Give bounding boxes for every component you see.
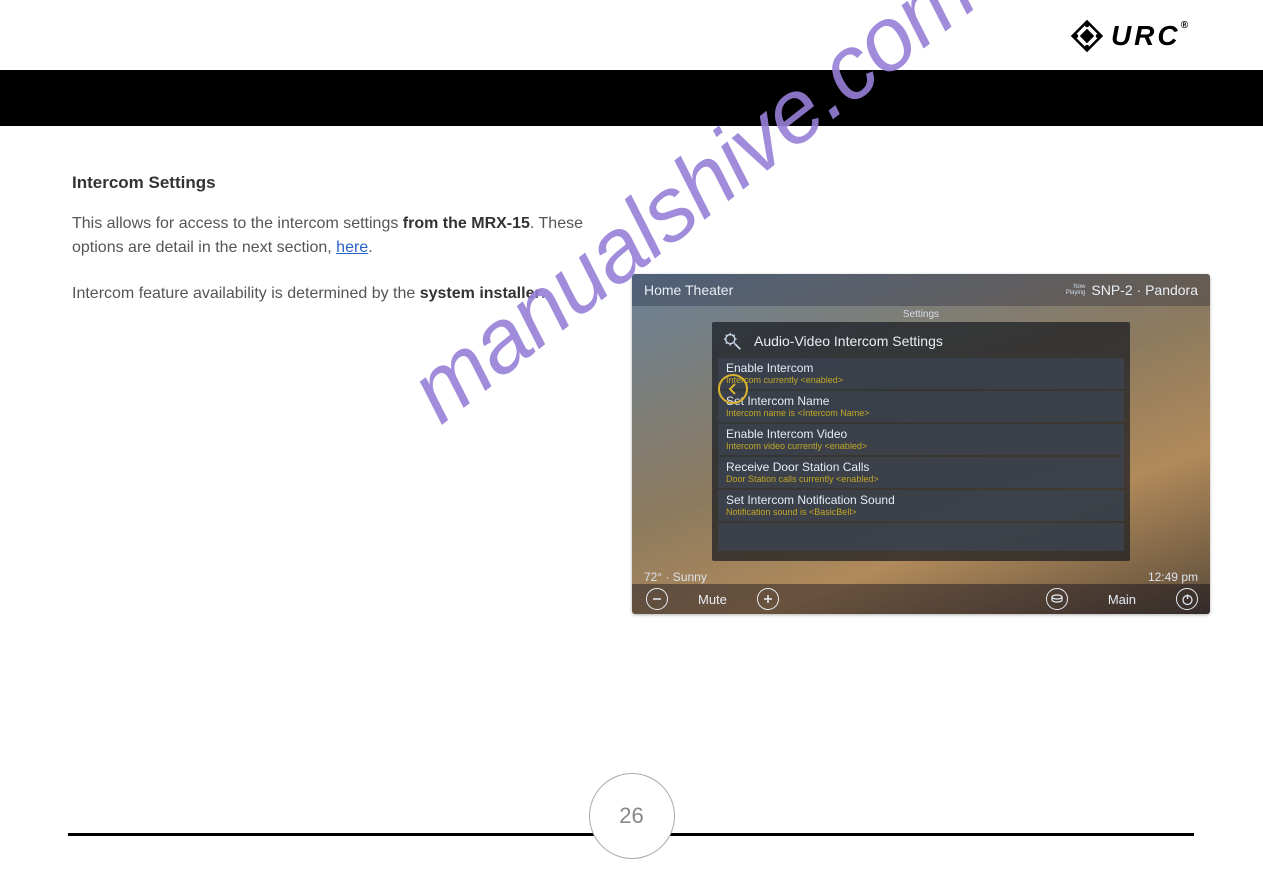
here-link[interactable]: here bbox=[336, 239, 368, 256]
status-bar: 72° · Sunny 12:49 pm bbox=[632, 570, 1210, 584]
minus-icon bbox=[651, 593, 663, 605]
rooms-icon bbox=[1050, 592, 1064, 606]
mute-button[interactable]: Mute bbox=[698, 592, 727, 607]
screenshot-header: Home Theater Now Playing SNP-2 · Pandora bbox=[632, 274, 1210, 306]
settings-row-receive-door-station-calls[interactable]: Receive Door Station Calls Door Station … bbox=[718, 457, 1124, 488]
settings-crumb: Settings bbox=[632, 306, 1210, 322]
brand-logo-text: URC® bbox=[1111, 20, 1191, 52]
plus-icon bbox=[762, 593, 774, 605]
rooms-button[interactable] bbox=[1046, 588, 1068, 610]
main-button[interactable]: Main bbox=[1108, 592, 1136, 607]
settings-row-enable-intercom[interactable]: Enable Intercom Intercom currently <enab… bbox=[718, 358, 1124, 389]
section-title: Intercom Settings bbox=[72, 170, 592, 196]
now-playing-value: SNP-2 · Pandora bbox=[1091, 282, 1198, 298]
settings-panel: Audio-Video Intercom Settings Enable Int… bbox=[712, 322, 1130, 561]
volume-down-button[interactable] bbox=[646, 588, 668, 610]
settings-row-empty bbox=[718, 523, 1124, 551]
volume-up-button[interactable] bbox=[757, 588, 779, 610]
settings-row-set-intercom-name[interactable]: Set Intercom Name Intercom name is <Inte… bbox=[718, 391, 1124, 422]
power-icon bbox=[1181, 593, 1194, 606]
page-number: 26 bbox=[619, 803, 643, 829]
chevron-left-icon bbox=[726, 382, 740, 396]
settings-row-enable-intercom-video[interactable]: Enable Intercom Video Intercom video cur… bbox=[718, 424, 1124, 455]
room-label: Home Theater bbox=[644, 282, 733, 298]
clock-status: 12:49 pm bbox=[1148, 570, 1198, 584]
page-number-badge: 26 bbox=[589, 773, 675, 859]
paragraph-2: Intercom feature availability is determi… bbox=[72, 282, 592, 306]
weather-status: 72° · Sunny bbox=[644, 570, 707, 584]
settings-row-set-notification-sound[interactable]: Set Intercom Notification Sound Notifica… bbox=[718, 490, 1124, 521]
now-playing-label: Now Playing bbox=[1066, 284, 1086, 296]
intercom-settings-icon bbox=[722, 330, 744, 352]
panel-title: Audio-Video Intercom Settings bbox=[754, 333, 943, 349]
paragraph-1: This allows for access to the intercom s… bbox=[72, 212, 592, 260]
device-screenshot: Home Theater Now Playing SNP-2 · Pandora… bbox=[632, 274, 1210, 614]
power-button[interactable] bbox=[1176, 588, 1198, 610]
bottom-bar: Mute Main bbox=[632, 584, 1210, 614]
header-banner bbox=[0, 70, 1263, 126]
urc-diamond-icon bbox=[1069, 18, 1105, 54]
back-button[interactable] bbox=[718, 374, 748, 404]
brand-logo: URC® bbox=[1069, 18, 1191, 54]
body-text-column: Intercom Settings This allows for access… bbox=[72, 170, 592, 328]
